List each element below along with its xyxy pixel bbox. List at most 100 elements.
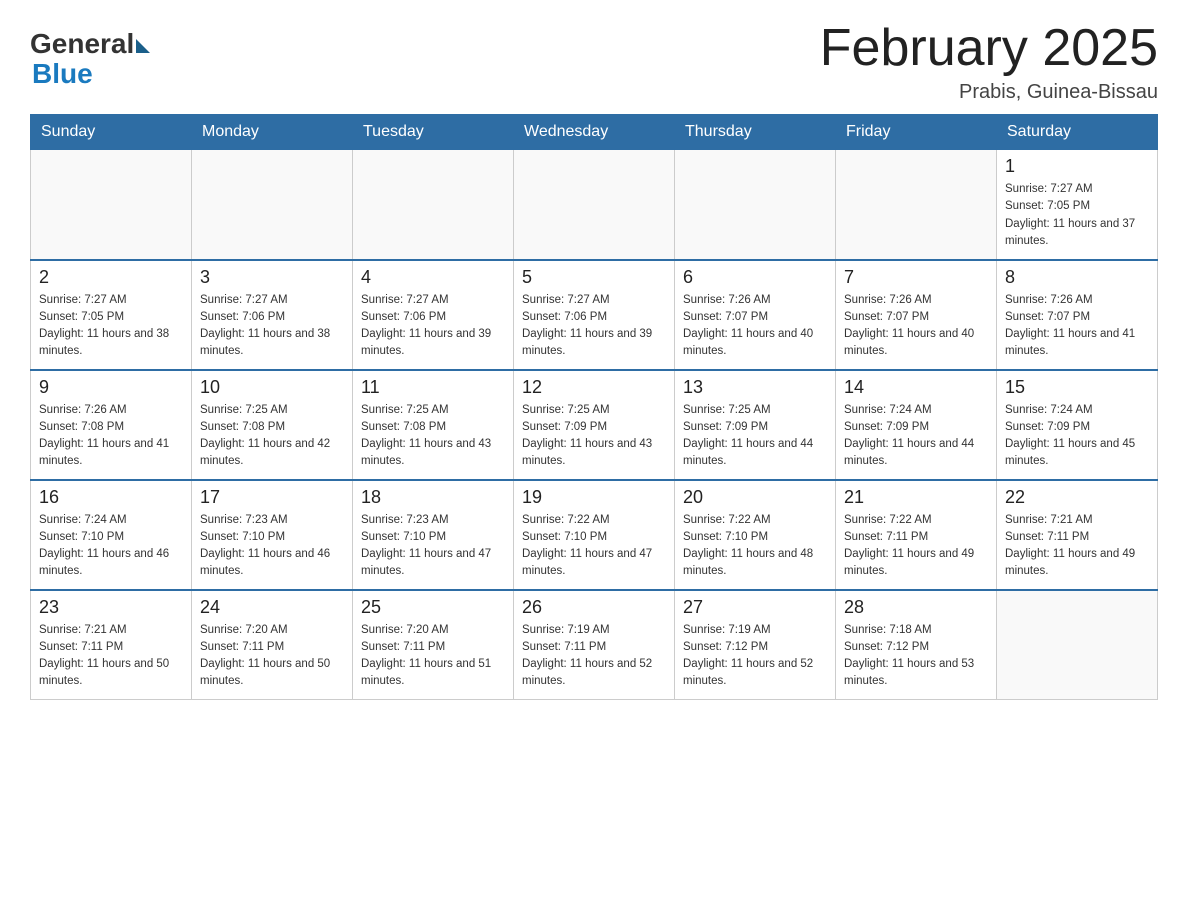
logo-triangle-icon <box>136 39 150 53</box>
cell-sun-info: Sunrise: 7:23 AMSunset: 7:10 PMDaylight:… <box>200 512 344 581</box>
cell-sun-info: Sunrise: 7:27 AMSunset: 7:05 PMDaylight:… <box>39 292 183 361</box>
calendar-table: Sunday Monday Tuesday Wednesday Thursday… <box>30 114 1158 700</box>
calendar-cell: 26Sunrise: 7:19 AMSunset: 7:11 PMDayligh… <box>514 590 675 700</box>
cell-day-number: 19 <box>522 487 666 508</box>
cell-sun-info: Sunrise: 7:25 AMSunset: 7:09 PMDaylight:… <box>522 402 666 471</box>
cell-day-number: 7 <box>844 267 988 288</box>
calendar-cell: 13 Sunrise: 7:25 AMSunset: 7:09 PMDayligh… <box>675 370 836 480</box>
calendar-cell: 5 Sunrise: 7:27 AMSunset: 7:06 PMDaylight… <box>514 260 675 370</box>
calendar-cell: 20 Sunrise: 7:22 AMSunset: 7:10 PMDayligh… <box>675 480 836 590</box>
cell-sun-info: Sunrise: 7:25 AMSunset: 7:09 PMDaylight:… <box>683 402 827 471</box>
calendar-cell: 10 Sunrise: 7:25 AMSunset: 7:08 PMDayligh… <box>192 370 353 480</box>
cell-sun-info: Sunrise: 7:27 AMSunset: 7:06 PMDaylight:… <box>200 292 344 361</box>
cell-day-number: 8 <box>1005 267 1149 288</box>
cell-sun-info: Sunrise: 7:21 AMSunset: 7:11 PMDaylight:… <box>1005 512 1149 581</box>
cell-day-number: 3 <box>200 267 344 288</box>
cell-sun-info: Sunrise: 7:21 AMSunset: 7:11 PMDaylight:… <box>39 622 183 691</box>
calendar-cell: 1Sunrise: 7:27 AMSunset: 7:05 PMDaylight… <box>997 150 1158 260</box>
title-section: February 2025 Prabis, Guinea-Bissau <box>820 20 1158 104</box>
cell-day-number: 25 <box>361 597 505 618</box>
calendar-cell <box>31 150 192 260</box>
cell-day-number: 11 <box>361 377 505 398</box>
cell-day-number: 22 <box>1005 487 1149 508</box>
calendar-cell: 18 Sunrise: 7:23 AMSunset: 7:10 PMDayligh… <box>353 480 514 590</box>
cell-day-number: 2 <box>39 267 183 288</box>
cell-sun-info: Sunrise: 7:19 AMSunset: 7:12 PMDaylight:… <box>683 622 827 691</box>
calendar-cell: 6 Sunrise: 7:26 AMSunset: 7:07 PMDaylight… <box>675 260 836 370</box>
cell-day-number: 12 <box>522 377 666 398</box>
cell-day-number: 20 <box>683 487 827 508</box>
cell-sun-info: Sunrise: 7:22 AMSunset: 7:11 PMDaylight:… <box>844 512 988 581</box>
calendar-cell <box>997 590 1158 700</box>
cell-sun-info: Sunrise: 7:24 AMSunset: 7:09 PMDaylight:… <box>844 402 988 471</box>
calendar-cell: 8 Sunrise: 7:26 AMSunset: 7:07 PMDaylight… <box>997 260 1158 370</box>
calendar-cell <box>514 150 675 260</box>
calendar-cell <box>675 150 836 260</box>
col-friday: Friday <box>836 115 997 150</box>
cell-sun-info: Sunrise: 7:25 AMSunset: 7:08 PMDaylight:… <box>200 402 344 471</box>
cell-sun-info: Sunrise: 7:24 AMSunset: 7:09 PMDaylight:… <box>1005 402 1149 471</box>
calendar-cell: 22 Sunrise: 7:21 AMSunset: 7:11 PMDayligh… <box>997 480 1158 590</box>
cell-sun-info: Sunrise: 7:27 AMSunset: 7:06 PMDaylight:… <box>361 292 505 361</box>
col-tuesday: Tuesday <box>353 115 514 150</box>
calendar-cell: 2 Sunrise: 7:27 AMSunset: 7:05 PMDaylight… <box>31 260 192 370</box>
cell-day-number: 18 <box>361 487 505 508</box>
cell-sun-info: Sunrise: 7:26 AMSunset: 7:07 PMDaylight:… <box>844 292 988 361</box>
col-sunday: Sunday <box>31 115 192 150</box>
calendar-cell: 24 Sunrise: 7:20 AMSunset: 7:11 PMDayligh… <box>192 590 353 700</box>
cell-sun-info: Sunrise: 7:27 AMSunset: 7:05 PMDaylight:… <box>1005 181 1149 250</box>
calendar-cell: 21 Sunrise: 7:22 AMSunset: 7:11 PMDayligh… <box>836 480 997 590</box>
calendar-cell: 9 Sunrise: 7:26 AMSunset: 7:08 PMDaylight… <box>31 370 192 480</box>
cell-sun-info: Sunrise: 7:22 AMSunset: 7:10 PMDaylight:… <box>522 512 666 581</box>
calendar-cell: 11 Sunrise: 7:25 AMSunset: 7:08 PMDayligh… <box>353 370 514 480</box>
col-monday: Monday <box>192 115 353 150</box>
calendar-cell <box>192 150 353 260</box>
cell-day-number: 21 <box>844 487 988 508</box>
cell-sun-info: Sunrise: 7:27 AMSunset: 7:06 PMDaylight:… <box>522 292 666 361</box>
cell-day-number: 5 <box>522 267 666 288</box>
col-wednesday: Wednesday <box>514 115 675 150</box>
logo: General Blue <box>30 30 150 90</box>
col-thursday: Thursday <box>675 115 836 150</box>
cell-day-number: 13 <box>683 377 827 398</box>
calendar-cell: 12 Sunrise: 7:25 AMSunset: 7:09 PMDayligh… <box>514 370 675 480</box>
cell-sun-info: Sunrise: 7:20 AMSunset: 7:11 PMDaylight:… <box>200 622 344 691</box>
calendar-title: February 2025 <box>820 20 1158 77</box>
cell-day-number: 28 <box>844 597 988 618</box>
cell-sun-info: Sunrise: 7:20 AMSunset: 7:11 PMDaylight:… <box>361 622 505 691</box>
calendar-week-row-3: 9 Sunrise: 7:26 AMSunset: 7:08 PMDaylight… <box>31 370 1158 480</box>
calendar-header-row: Sunday Monday Tuesday Wednesday Thursday… <box>31 115 1158 150</box>
calendar-cell: 14 Sunrise: 7:24 AMSunset: 7:09 PMDayligh… <box>836 370 997 480</box>
cell-day-number: 9 <box>39 377 183 398</box>
calendar-cell: 23Sunrise: 7:21 AMSunset: 7:11 PMDayligh… <box>31 590 192 700</box>
calendar-week-row-1: 1Sunrise: 7:27 AMSunset: 7:05 PMDaylight… <box>31 150 1158 260</box>
calendar-cell: 4Sunrise: 7:27 AMSunset: 7:06 PMDaylight… <box>353 260 514 370</box>
cell-day-number: 15 <box>1005 377 1149 398</box>
cell-day-number: 17 <box>200 487 344 508</box>
cell-day-number: 14 <box>844 377 988 398</box>
cell-sun-info: Sunrise: 7:24 AMSunset: 7:10 PMDaylight:… <box>39 512 183 581</box>
cell-day-number: 24 <box>200 597 344 618</box>
cell-day-number: 10 <box>200 377 344 398</box>
cell-day-number: 6 <box>683 267 827 288</box>
calendar-cell: 15 Sunrise: 7:24 AMSunset: 7:09 PMDayligh… <box>997 370 1158 480</box>
calendar-cell: 27 Sunrise: 7:19 AMSunset: 7:12 PMDayligh… <box>675 590 836 700</box>
calendar-cell: 28Sunrise: 7:18 AMSunset: 7:12 PMDayligh… <box>836 590 997 700</box>
page-header: General Blue February 2025 Prabis, Guine… <box>30 20 1158 104</box>
calendar-cell: 19 Sunrise: 7:22 AMSunset: 7:10 PMDayligh… <box>514 480 675 590</box>
calendar-week-row-4: 16 Sunrise: 7:24 AMSunset: 7:10 PMDayligh… <box>31 480 1158 590</box>
cell-sun-info: Sunrise: 7:26 AMSunset: 7:08 PMDaylight:… <box>39 402 183 471</box>
calendar-week-row-5: 23Sunrise: 7:21 AMSunset: 7:11 PMDayligh… <box>31 590 1158 700</box>
calendar-cell: 25 Sunrise: 7:20 AMSunset: 7:11 PMDayligh… <box>353 590 514 700</box>
cell-sun-info: Sunrise: 7:22 AMSunset: 7:10 PMDaylight:… <box>683 512 827 581</box>
cell-sun-info: Sunrise: 7:26 AMSunset: 7:07 PMDaylight:… <box>1005 292 1149 361</box>
calendar-week-row-2: 2 Sunrise: 7:27 AMSunset: 7:05 PMDaylight… <box>31 260 1158 370</box>
cell-sun-info: Sunrise: 7:19 AMSunset: 7:11 PMDaylight:… <box>522 622 666 691</box>
calendar-cell <box>836 150 997 260</box>
cell-sun-info: Sunrise: 7:26 AMSunset: 7:07 PMDaylight:… <box>683 292 827 361</box>
calendar-subtitle: Prabis, Guinea-Bissau <box>820 81 1158 104</box>
cell-day-number: 16 <box>39 487 183 508</box>
cell-sun-info: Sunrise: 7:23 AMSunset: 7:10 PMDaylight:… <box>361 512 505 581</box>
cell-sun-info: Sunrise: 7:25 AMSunset: 7:08 PMDaylight:… <box>361 402 505 471</box>
cell-day-number: 27 <box>683 597 827 618</box>
